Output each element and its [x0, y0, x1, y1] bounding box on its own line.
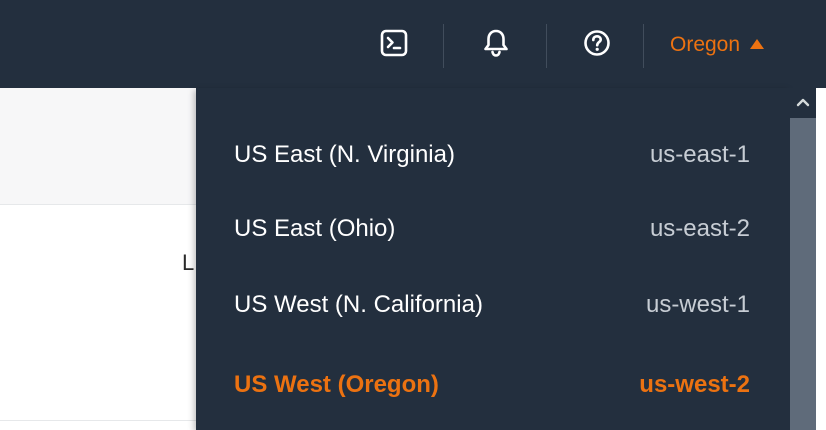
scroll-up-button[interactable]	[790, 88, 816, 118]
region-selector-button[interactable]: Oregon	[670, 25, 765, 65]
caret-up-icon	[750, 39, 765, 49]
chevron-up-icon	[796, 94, 810, 112]
help-icon	[583, 29, 611, 62]
notifications-button[interactable]	[470, 25, 522, 65]
nav-divider	[643, 24, 644, 68]
page-right-edge	[816, 88, 826, 430]
nav-divider	[443, 24, 444, 68]
cloudshell-button[interactable]	[370, 25, 418, 65]
bell-icon	[482, 28, 510, 63]
top-navigation-bar: Oregon	[0, 0, 826, 88]
dropdown-scrollbar[interactable]	[790, 88, 816, 430]
help-button[interactable]	[573, 25, 621, 65]
region-option-code: us-west-2	[639, 371, 750, 398]
nav-divider	[546, 24, 547, 68]
region-option-us-west-1[interactable]: US West (N. California) us-west-1	[196, 267, 790, 343]
region-option-code: us-east-1	[649, 141, 750, 168]
region-dropdown-menu: US East (N. Virginia) us-east-1 US East …	[196, 88, 790, 430]
region-option-us-east-1[interactable]: US East (N. Virginia) us-east-1	[196, 117, 790, 193]
region-option-us-west-2[interactable]: US West (Oregon) us-west-2	[196, 347, 790, 423]
region-option-code: us-east-2	[649, 215, 750, 242]
page-divider	[0, 420, 200, 421]
region-option-name: US West (Oregon)	[234, 371, 439, 398]
region-option-code: us-west-1	[645, 291, 750, 318]
region-option-name: US East (Ohio)	[234, 215, 396, 242]
page-header-band	[0, 88, 200, 205]
cloudshell-icon	[380, 29, 408, 62]
region-selector-label: Oregon	[670, 33, 741, 56]
region-option-name: US West (N. California)	[234, 291, 483, 318]
region-option-us-east-2[interactable]: US East (Ohio) us-east-2	[196, 191, 790, 267]
region-option-name: US East (N. Virginia)	[234, 141, 455, 168]
scrollbar-thumb[interactable]	[793, 120, 813, 428]
page-text-fragment: L	[182, 250, 195, 275]
